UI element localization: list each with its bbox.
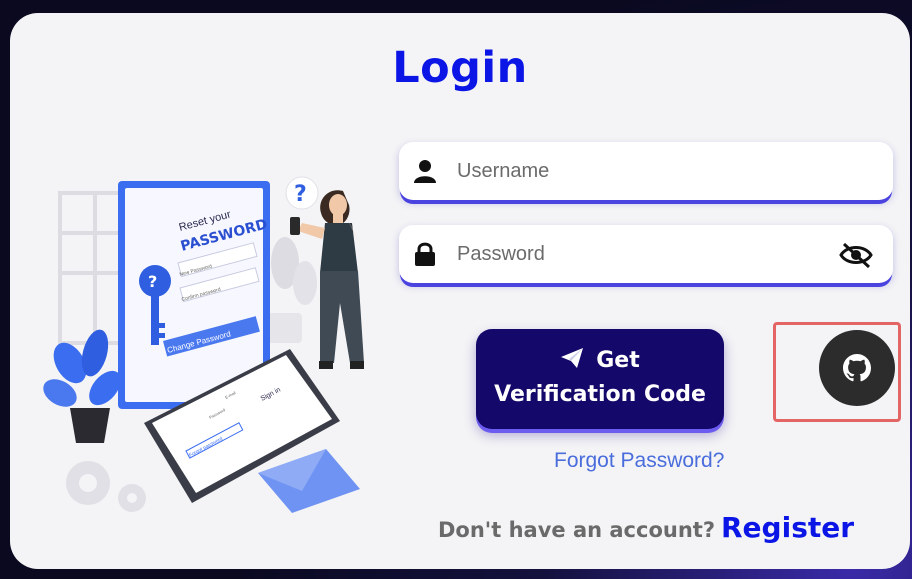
- page-title: Login: [392, 43, 528, 93]
- forgot-password-link[interactable]: Forgot Password?: [554, 449, 724, 473]
- verify-button-line1: Get: [596, 348, 640, 373]
- github-login-button[interactable]: [819, 330, 895, 406]
- question-bubble-icon: ?: [285, 176, 319, 210]
- envelope-illustration: [258, 449, 360, 513]
- user-icon: [414, 160, 436, 183]
- svg-text:?: ?: [294, 182, 307, 207]
- username-placeholder: Username: [457, 160, 550, 182]
- paper-plane-icon: [561, 348, 584, 368]
- eye-slash-icon[interactable]: [839, 242, 873, 268]
- lock-icon: [415, 242, 435, 266]
- username-field[interactable]: Username: [399, 142, 893, 200]
- github-icon: [843, 354, 871, 382]
- verify-button-line2: Verification Code: [494, 382, 706, 407]
- password-field[interactable]: Password: [399, 225, 893, 283]
- get-verification-code-button[interactable]: Get Verification Code: [476, 329, 724, 429]
- no-account-text: Don't have an account?: [438, 518, 715, 542]
- gears-illustration: [66, 461, 146, 512]
- login-card: Login Reset your PASSWORD New Password C…: [10, 13, 910, 569]
- password-placeholder: Password: [457, 243, 545, 265]
- register-link[interactable]: Register: [721, 511, 854, 544]
- plant-bg-illustration: [262, 237, 317, 343]
- register-row: Don't have an account? Register: [438, 511, 854, 544]
- reset-password-illustration: Reset your PASSWORD New Password Confirm…: [43, 176, 364, 513]
- svg-text:?: ?: [148, 272, 157, 291]
